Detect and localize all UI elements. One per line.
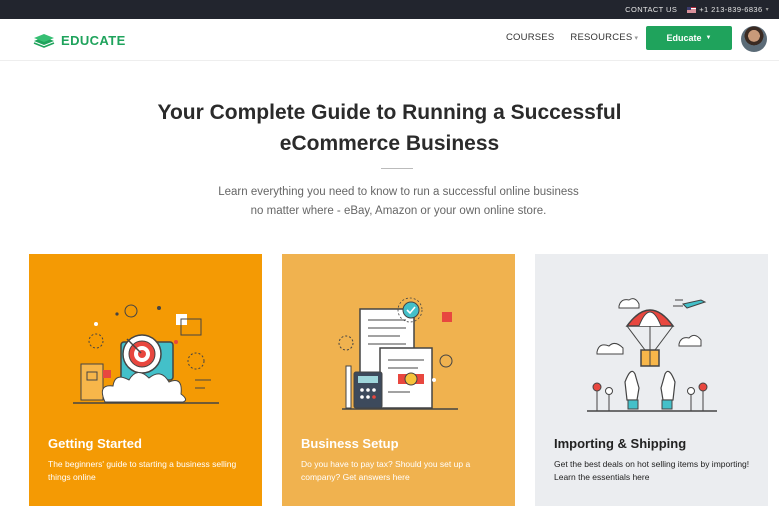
card-title: Importing & Shipping [554,436,687,451]
books-stack-icon [33,34,55,48]
top-utility-items: CONTACT US +1 213-839-6836 ▾ [625,0,769,19]
card-description: Get the best deals on hot selling items … [554,459,750,482]
documents-calculator-icon [338,297,458,410]
target-icon [73,304,219,404]
card-importing-shipping[interactable]: Importing & Shipping Get the best deals … [535,254,768,506]
card-getting-started[interactable]: Getting Started The beginners' guide to … [29,254,262,506]
main-navbar: EDUCATE COURSES RESOURCES Educate ▼ [0,19,779,61]
phone-number: +1 213-839-6836 [699,5,763,14]
page-subtitle: Learn everything you need to know to run… [0,183,779,221]
page-title-line-2: eCommerce Business [279,132,500,155]
parachute-package-icon [587,298,717,412]
card-title: Business Setup [301,436,399,451]
card-description: Do you have to pay tax? Should you set u… [301,459,471,482]
page-title-line-1: Your Complete Guide to Running a Success… [157,101,622,124]
educate-button-label: Educate [666,33,702,43]
phone-selector[interactable]: +1 213-839-6836 ▾ [687,5,769,14]
chevron-down-icon: ▼ [705,35,712,41]
title-divider [381,168,413,169]
logo-text: EDUCATE [61,32,126,48]
user-avatar[interactable] [741,26,767,52]
nav-courses[interactable]: COURSES [506,32,554,43]
card-title: Getting Started [48,436,142,451]
contact-us-link[interactable]: CONTACT US [625,5,677,14]
card-business-setup[interactable]: Business Setup Do you have to pay tax? S… [282,254,515,506]
nav-resources[interactable]: RESOURCES [570,32,638,43]
page-title: Your Complete Guide to Running a Success… [0,97,779,159]
logo[interactable]: EDUCATE [32,32,126,48]
card-description: The beginners' guide to starting a busin… [48,459,237,482]
nav-links: COURSES RESOURCES [506,32,638,43]
page-subtitle-line-1: Learn everything you need to know to run… [218,186,579,198]
page-subtitle-line-2: no matter where - eBay, Amazon or your o… [250,205,547,217]
us-flag-icon [687,6,697,13]
top-utility-bar: CONTACT US +1 213-839-6836 ▾ [0,0,779,19]
educate-dropdown-button[interactable]: Educate ▼ [646,26,732,50]
chevron-down-icon: ▾ [765,7,769,13]
